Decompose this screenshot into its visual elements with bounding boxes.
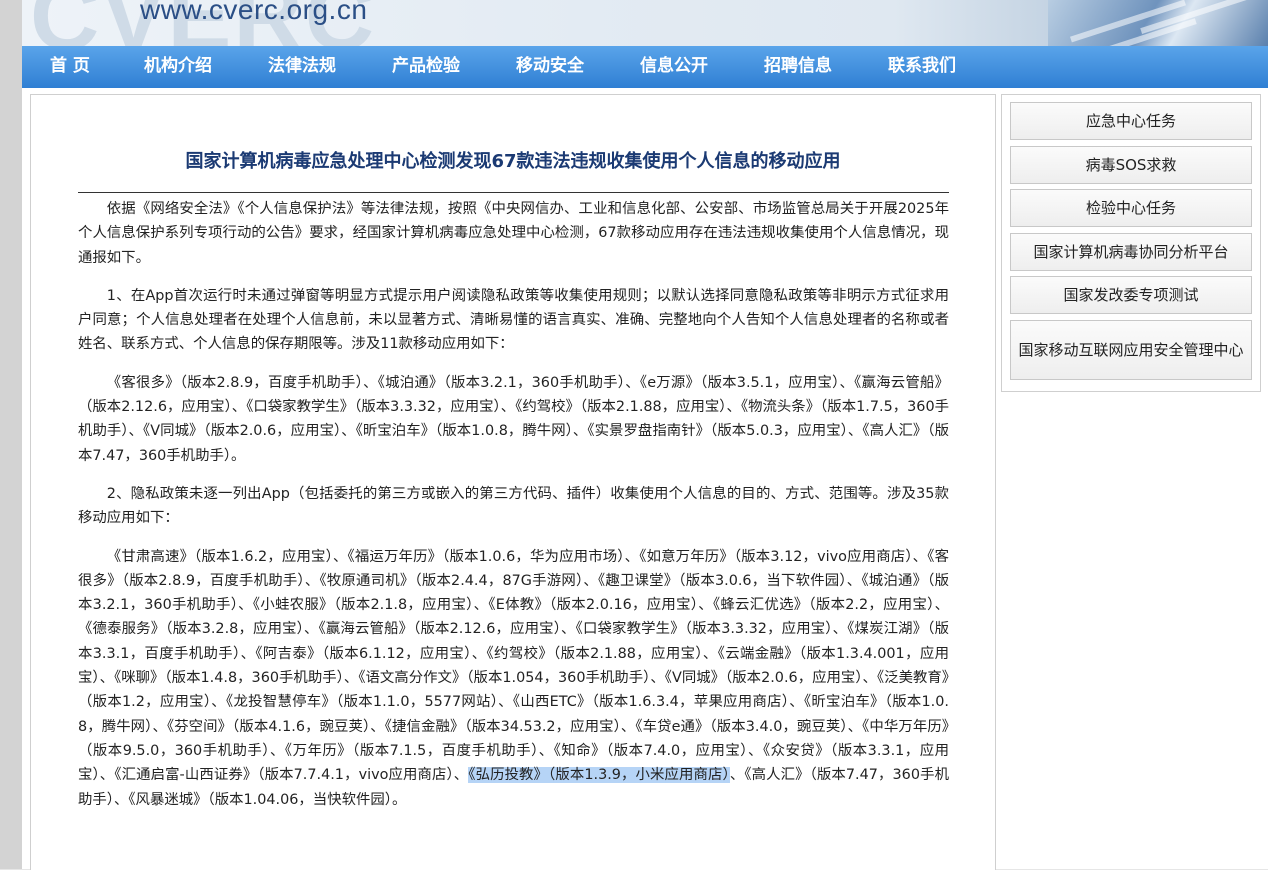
banner-tech-image xyxy=(1048,0,1268,46)
header-banner: CVERC www.cverc.org.cn xyxy=(22,0,1268,46)
article-title: 国家计算机病毒应急处理中心检测发现67款违法违规收集使用个人信息的移动应用 xyxy=(185,151,841,172)
paragraph-issue-1: 1、在App首次运行时未通过弹窗等明显方式提示用户阅读隐私政策等收集使用规则；以… xyxy=(78,287,949,353)
paragraph-apps-list-2: 《甘肃高速》（版本1.6.2，应用宝）、《福运万年历》（版本1.0.6，华为应用… xyxy=(78,545,949,812)
nav-info-disclosure[interactable]: 信息公开 xyxy=(640,46,708,88)
nav-contact[interactable]: 联系我们 xyxy=(888,46,956,88)
nav-about[interactable]: 机构介绍 xyxy=(144,46,212,88)
sidebar-panel: 应急中心任务 病毒SOS求救 检验中心任务 国家计算机病毒协同分析平台 国家发改… xyxy=(1001,94,1261,392)
page: CVERC www.cverc.org.cn 首 页 机构介绍 法律法规 产品检… xyxy=(22,0,1268,870)
sidebar-item-emergency-tasks[interactable]: 应急中心任务 xyxy=(1010,102,1252,140)
paragraph-intro: 依据《网络安全法》《个人信息保护法》等法律法规，按照《中央网信办、工业和信息化部… xyxy=(78,201,949,266)
article-body: 依据《网络安全法》《个人信息保护法》等法律法规，按照《中央网信办、工业和信息化部… xyxy=(78,197,949,826)
sidebar-item-virus-sos[interactable]: 病毒SOS求救 xyxy=(1010,146,1252,184)
sidebar-item-ndrc-testing[interactable]: 国家发改委专项测试 xyxy=(1010,276,1252,314)
apps-list-2-part-a: 《甘肃高速》（版本1.6.2，应用宝）、《福运万年历》（版本1.0.6，华为应用… xyxy=(78,548,949,784)
nav-laws[interactable]: 法律法规 xyxy=(268,46,336,88)
sidebar-item-virus-analysis-platform[interactable]: 国家计算机病毒协同分析平台 xyxy=(1010,233,1252,271)
main-nav: 首 页 机构介绍 法律法规 产品检验 移动安全 信息公开 招聘信息 联系我们 xyxy=(22,46,1268,88)
nav-mobile-security[interactable]: 移动安全 xyxy=(516,46,584,88)
paragraph-issue-2: 2、隐私政策未逐一列出App（包括委托的第三方或嵌入的第三方代码、插件）收集使用… xyxy=(78,485,949,527)
sidebar-item-testing-tasks[interactable]: 检验中心任务 xyxy=(1010,189,1252,227)
paragraph-apps-list-1: 《客很多》（版本2.8.9，百度手机助手）、《城泊通》（版本3.2.1，360手… xyxy=(78,374,949,464)
nav-home[interactable]: 首 页 xyxy=(50,46,90,88)
title-divider xyxy=(78,192,949,193)
nav-product-test[interactable]: 产品检验 xyxy=(392,46,460,88)
site-url: www.cverc.org.cn xyxy=(140,0,368,25)
left-gutter xyxy=(0,0,22,869)
sidebar-item-mobile-app-security-center[interactable]: 国家移动互联网应用安全管理中心 xyxy=(1010,320,1252,380)
selected-text[interactable]: 《弘历投教》（版本1.3.9，小米应用商店） xyxy=(468,767,730,784)
nav-jobs[interactable]: 招聘信息 xyxy=(764,46,832,88)
article-panel: 国家计算机病毒应急处理中心检测发现67款违法违规收集使用个人信息的移动应用 依据… xyxy=(30,94,996,870)
